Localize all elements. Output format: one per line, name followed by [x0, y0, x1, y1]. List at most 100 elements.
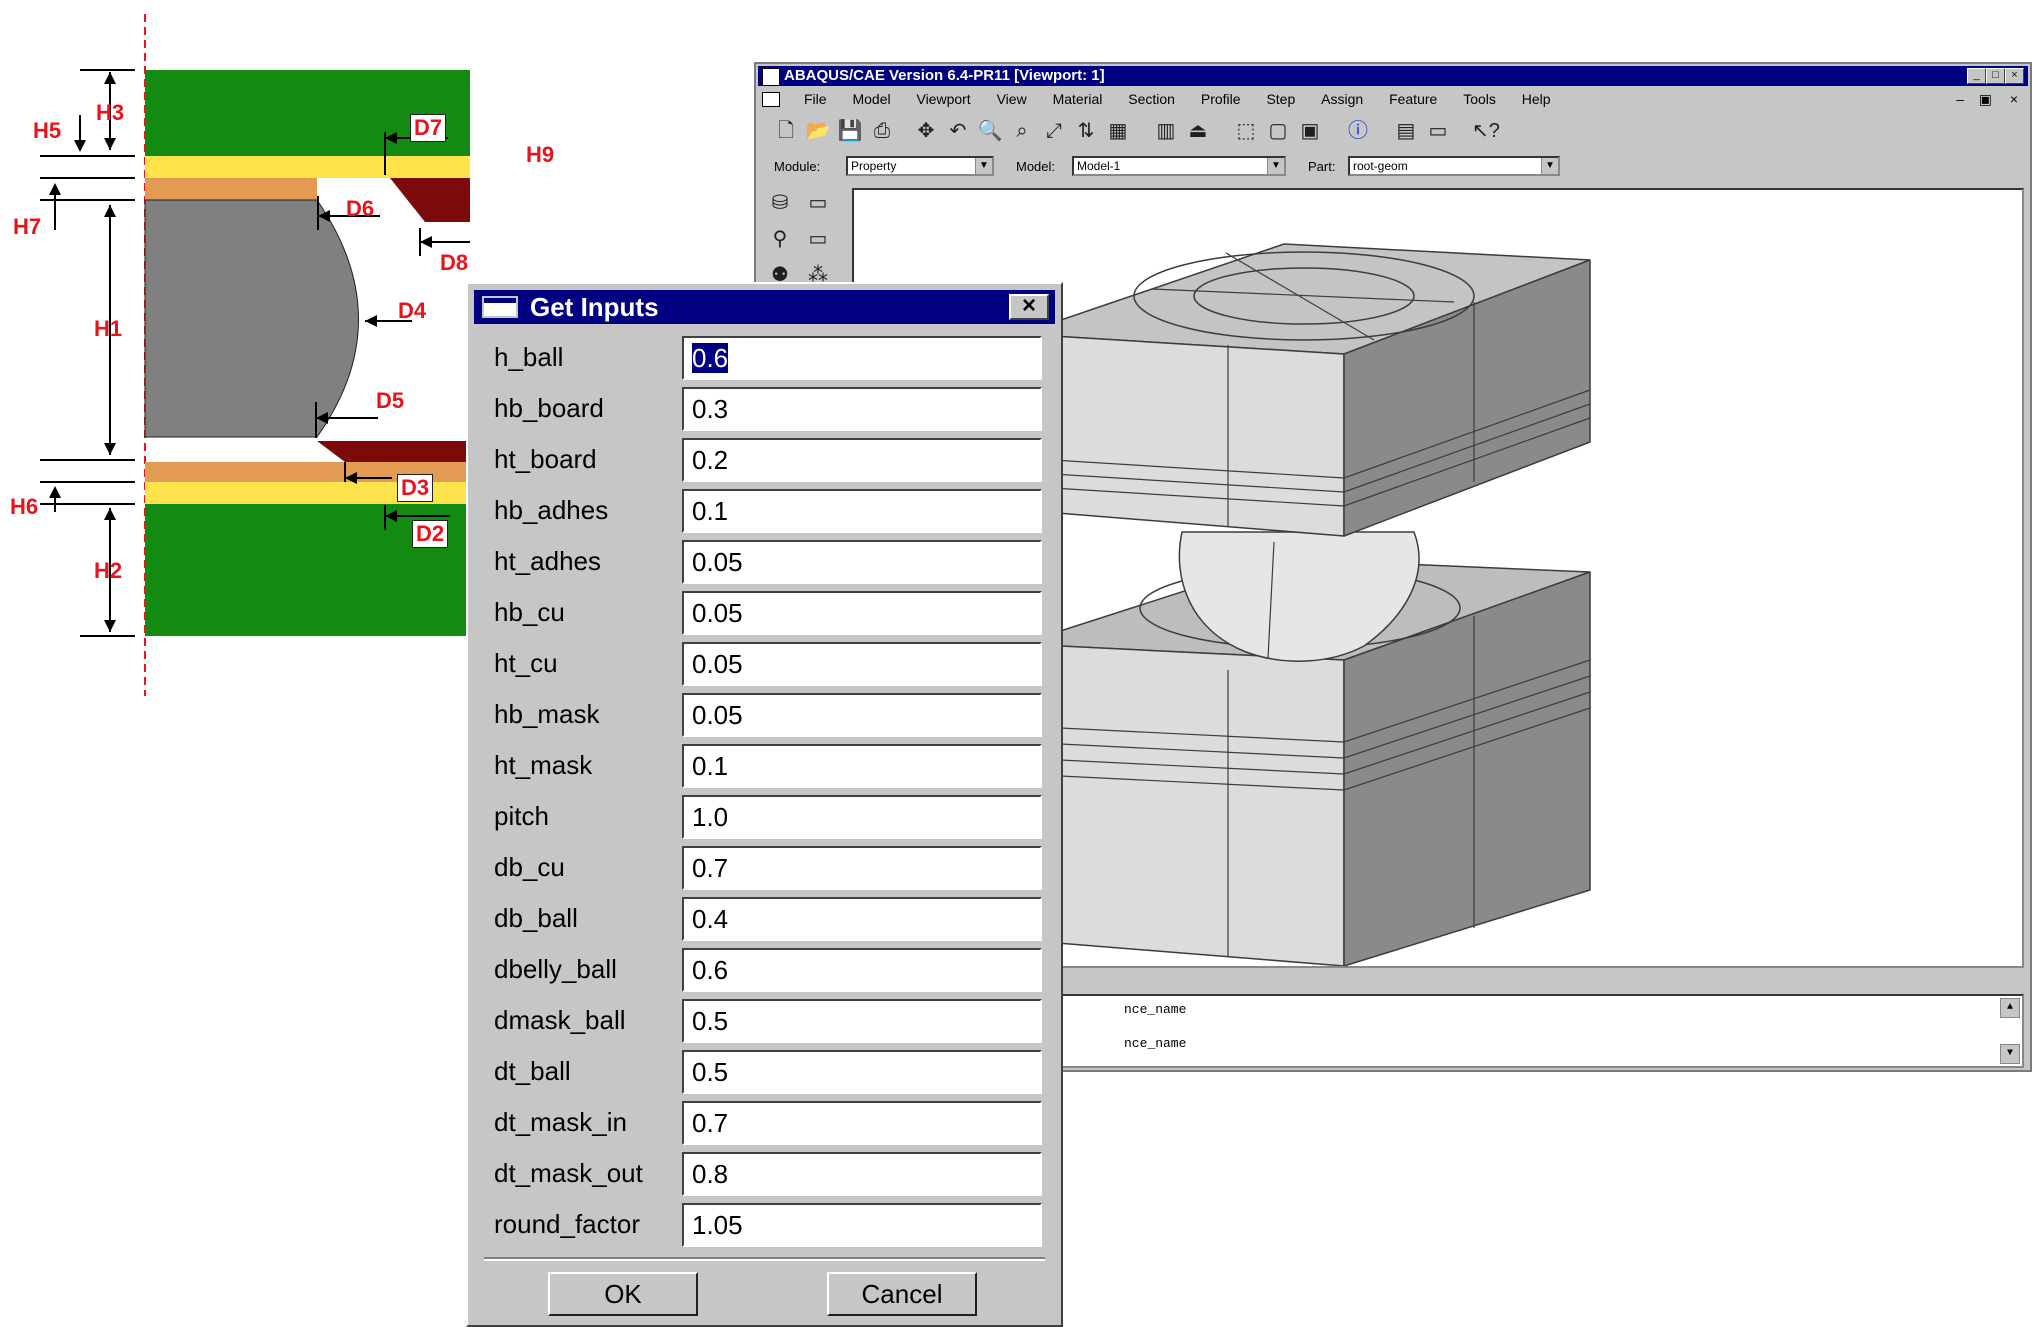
label-h5: H5: [33, 118, 62, 143]
menu-tools[interactable]: Tools: [1463, 88, 1496, 110]
part-dropdown-icon[interactable]: ▼: [1541, 158, 1558, 174]
mdi-minimize-icon[interactable]: –: [1956, 88, 1964, 110]
material-manager-icon[interactable]: ▭: [804, 190, 832, 216]
close-button[interactable]: ×: [2005, 68, 2024, 84]
field-input[interactable]: 0.05: [682, 642, 1042, 686]
section-manager-icon[interactable]: ▭: [804, 226, 832, 252]
viewport-icon[interactable]: ▭: [1424, 118, 1452, 144]
scroll-up-icon[interactable]: ▲: [2000, 998, 2020, 1018]
zoom-icon[interactable]: 🔍: [976, 118, 1004, 144]
dialog-close-icon[interactable]: ×: [1009, 294, 1049, 320]
hidden-line-icon[interactable]: ▢: [1264, 118, 1292, 144]
bottom-solder-mask: [317, 441, 470, 462]
menu-feature[interactable]: Feature: [1389, 88, 1437, 110]
cycle-views-icon[interactable]: ⇅: [1072, 118, 1100, 144]
menu-step[interactable]: Step: [1266, 88, 1295, 110]
model-select[interactable]: Model-1 ▼: [1072, 156, 1286, 176]
part-select[interactable]: root-geom ▼: [1348, 156, 1560, 176]
abaqus-title-bar[interactable]: ABAQUS/CAE Version 6.4-PR11 [Viewport: 1…: [758, 66, 2028, 86]
field-input[interactable]: 0.1: [682, 744, 1042, 788]
bottom-block-front: [1019, 643, 1345, 967]
module-select[interactable]: Property ▼: [846, 156, 994, 176]
field-input[interactable]: 0.05: [682, 693, 1042, 737]
scroll-down-icon[interactable]: ▼: [2000, 1044, 2020, 1064]
field-row: ht_cu 0.05: [468, 638, 1061, 689]
field-label: db_cu: [494, 852, 565, 882]
field-input[interactable]: 0.6: [682, 336, 1042, 380]
rotate-icon[interactable]: ↶: [944, 118, 972, 144]
context-bar: Module: Property ▼ Model: Model-1 ▼ Part…: [762, 154, 2024, 180]
save-icon[interactable]: 💾: [836, 118, 864, 144]
fit-view-icon[interactable]: ⤢: [1040, 118, 1068, 144]
field-row: dbelly_ball 0.6: [468, 944, 1061, 995]
menu-model[interactable]: Model: [852, 88, 890, 110]
menu-file[interactable]: File: [804, 88, 827, 110]
field-input[interactable]: 0.8: [682, 1152, 1042, 1196]
field-row: db_cu 0.7: [468, 842, 1061, 893]
field-row: hb_mask 0.05: [468, 689, 1061, 740]
menu-material[interactable]: Material: [1053, 88, 1103, 110]
parallel-icon[interactable]: ▥: [1152, 118, 1180, 144]
print-icon[interactable]: ⎙: [868, 118, 896, 144]
field-label: db_ball: [494, 903, 578, 933]
pan-icon[interactable]: ✥: [912, 118, 940, 144]
field-input[interactable]: 0.05: [682, 540, 1042, 584]
viewport-menu-icon[interactable]: [762, 92, 780, 107]
menu-items: File Model Viewport View Material Sectio…: [804, 88, 1573, 110]
field-input[interactable]: 1.0: [682, 795, 1042, 839]
mdi-restore-icon[interactable]: ▣: [1979, 88, 1992, 110]
field-input[interactable]: 0.5: [682, 999, 1042, 1043]
create-material-icon[interactable]: ⛁: [766, 190, 794, 216]
solder-ball: [144, 199, 359, 438]
field-row: dt_mask_out 0.8: [468, 1148, 1061, 1199]
menu-view[interactable]: View: [997, 88, 1027, 110]
create-section-icon[interactable]: ⚲: [766, 226, 794, 252]
field-input[interactable]: 0.6: [682, 948, 1042, 992]
menu-profile[interactable]: Profile: [1201, 88, 1241, 110]
maximize-button[interactable]: □: [1986, 68, 2005, 84]
label-d8: D8: [440, 250, 469, 275]
field-input[interactable]: 0.3: [682, 387, 1042, 431]
field-input[interactable]: 0.05: [682, 591, 1042, 635]
perspective-icon[interactable]: ⏏: [1184, 118, 1212, 144]
cancel-button[interactable]: Cancel: [827, 1272, 977, 1316]
menu-section[interactable]: Section: [1128, 88, 1175, 110]
field-label: dbelly_ball: [494, 954, 617, 984]
field-input[interactable]: 1.05: [682, 1203, 1042, 1247]
menu-viewport[interactable]: Viewport: [916, 88, 970, 110]
field-label: hb_adhes: [494, 495, 609, 525]
ok-button[interactable]: OK: [548, 1272, 698, 1316]
field-row: pitch 1.0: [468, 791, 1061, 842]
menu-help[interactable]: Help: [1522, 88, 1551, 110]
field-row: dt_mask_in 0.7: [468, 1097, 1061, 1148]
field-row: dt_ball 0.5: [468, 1046, 1061, 1097]
field-input[interactable]: 0.2: [682, 438, 1042, 482]
field-input[interactable]: 0.5: [682, 1050, 1042, 1094]
layout-icon[interactable]: ▤: [1392, 118, 1420, 144]
wireframe-icon[interactable]: ⬚: [1232, 118, 1260, 144]
new-icon[interactable]: 🗋: [772, 118, 800, 144]
field-input[interactable]: 0.7: [682, 1101, 1042, 1145]
field-input[interactable]: 0.1: [682, 489, 1042, 533]
menu-bar: File Model Viewport View Material Sectio…: [758, 88, 2028, 110]
field-row: hb_board 0.3: [468, 383, 1061, 434]
open-icon[interactable]: 📂: [804, 118, 832, 144]
field-input[interactable]: 0.4: [682, 897, 1042, 941]
module-label: Module:: [774, 159, 821, 174]
model-dropdown-icon[interactable]: ▼: [1267, 158, 1284, 174]
label-d4: D4: [398, 298, 427, 323]
field-input[interactable]: 0.7: [682, 846, 1042, 890]
grid-icon[interactable]: ▦: [1104, 118, 1132, 144]
label-d5: D5: [376, 388, 405, 413]
box-zoom-icon[interactable]: ⌕: [1008, 118, 1036, 144]
menu-assign[interactable]: Assign: [1321, 88, 1363, 110]
cross-section-diagram: H3 H5 H7 H1 H6 H2 H9 D7 D6 D8 D4 D5 D3 D…: [0, 0, 554, 700]
minimize-button[interactable]: _: [1967, 68, 1986, 84]
mdi-close-icon[interactable]: ×: [2010, 88, 2018, 110]
context-help-icon[interactable]: ↖?: [1472, 118, 1500, 144]
shaded-icon[interactable]: ▣: [1296, 118, 1324, 144]
dialog-title-bar[interactable]: Get Inputs ×: [474, 290, 1055, 324]
label-d3: D3: [397, 474, 434, 502]
module-dropdown-icon[interactable]: ▼: [975, 158, 992, 174]
query-icon[interactable]: ⓘ: [1344, 118, 1372, 144]
